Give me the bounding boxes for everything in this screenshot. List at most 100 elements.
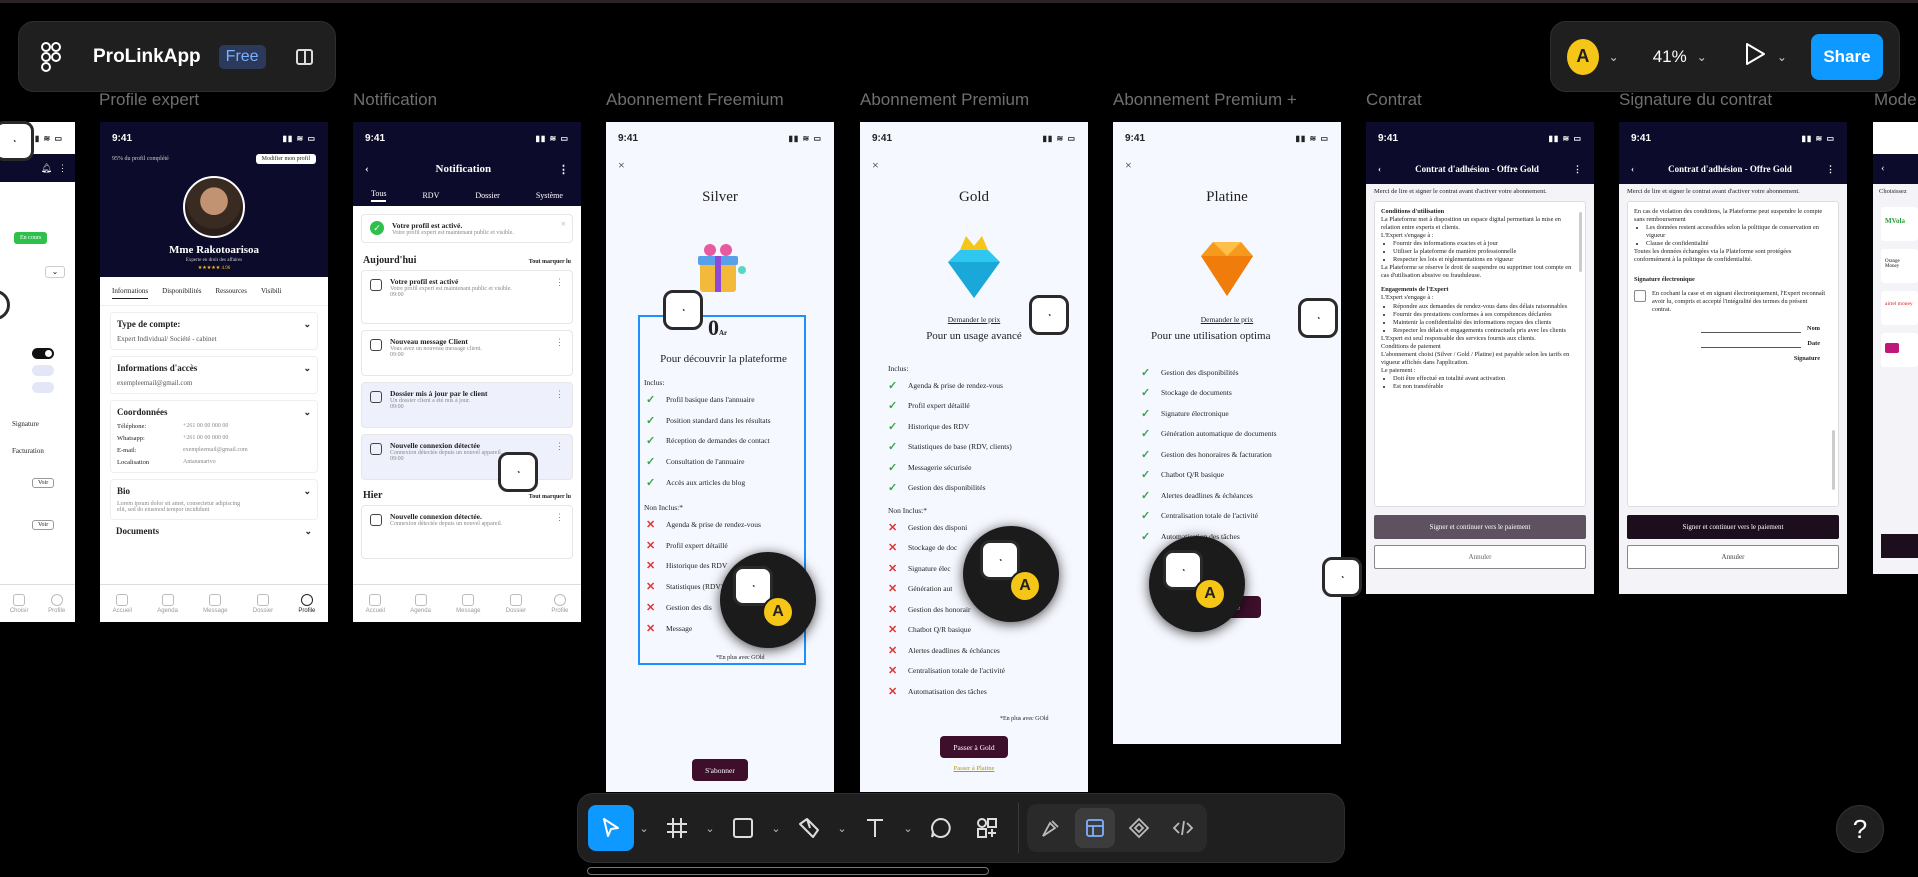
avatar[interactable] (183, 176, 245, 238)
nav-profile[interactable]: Profile (551, 593, 568, 614)
frame-label-mode[interactable]: Mode (1874, 90, 1917, 110)
field-signature[interactable]: Signature (1794, 355, 1820, 363)
tab-systeme[interactable]: Système (536, 191, 563, 200)
frame-contrat[interactable]: 9:41 ▮▮ ≋ ▭ ‹ Contrat d'adhésion - Offre G… (1366, 122, 1594, 594)
close-icon[interactable]: × (1113, 154, 1341, 177)
payment-option-orange-money[interactable]: Orange Money (1881, 249, 1918, 283)
frame-label-profile-expert[interactable]: Profile expert (99, 90, 199, 110)
design-mode-icon[interactable] (1075, 808, 1115, 848)
chevron-down-icon[interactable]: ⌄ (700, 822, 720, 835)
close-icon[interactable]: × (606, 154, 834, 177)
tab-informations[interactable]: Informations (112, 287, 149, 299)
subscribe-button[interactable]: S'abonner (692, 759, 748, 781)
upgrade-platine-link[interactable]: Passer à Platine (940, 765, 1008, 772)
payment-option-card[interactable] (1881, 333, 1918, 367)
dev-mode-icon[interactable] (1163, 808, 1203, 848)
more-icon[interactable]: ⋮ (1826, 164, 1835, 175)
contract-text-scroll[interactable]: En cas de violation des conditions, la P… (1627, 201, 1839, 507)
voir-button[interactable]: Voir (32, 478, 55, 488)
frame-signature-contrat[interactable]: 9:41 ▮▮ ≋ ▭ ‹ Contrat d'adhésion - Offre G… (1619, 122, 1847, 594)
plan-badge[interactable]: Free (218, 44, 266, 69)
back-arrow-icon[interactable]: ‹ (365, 163, 369, 175)
frame-label-signature[interactable]: Signature du contrat (1619, 90, 1772, 110)
nav-profile[interactable]: Profile (48, 593, 65, 614)
cancel-button[interactable]: Annuler (1374, 545, 1586, 569)
frame-premium-plus-platine[interactable]: 9:41 ▮▮ ≋ ▭ × Platine Demander le prix Po… (1113, 122, 1341, 744)
frame-tool-icon[interactable] (654, 805, 700, 851)
scrollbar-thumb[interactable] (1579, 212, 1582, 272)
nav-agenda[interactable]: Agenda (157, 593, 178, 614)
more-icon[interactable]: ⋮ (555, 512, 564, 523)
user-avatar[interactable]: A (1567, 38, 1599, 75)
nav-accueil[interactable]: Accueil (366, 593, 385, 614)
nav-accueil[interactable]: Accueil (113, 593, 132, 614)
notification-item[interactable]: Dossier mis à jour par le client Un dossi… (361, 382, 573, 428)
back-arrow-icon[interactable]: ‹ (1631, 164, 1634, 174)
chevron-down-icon[interactable]: ⌄ (1697, 50, 1707, 64)
frame-label-premium-plus[interactable]: Abonnement Premium + (1113, 90, 1297, 110)
notification-item[interactable]: Nouveau message Client Vous avez un nouve… (361, 330, 573, 376)
comment-tool-icon[interactable] (918, 805, 964, 851)
prototype-mode-icon[interactable] (1119, 808, 1159, 848)
coordonnees-card[interactable]: Coordonnées ⌄ Téléphone: +261 00 00 000 00… (110, 400, 318, 473)
tab-ressources[interactable]: Ressources (215, 287, 247, 299)
more-icon[interactable]: ⋮ (58, 163, 67, 174)
frame-profile-expert[interactable]: 9:41 ▮▮ ≋ ▭ 95% du profil complété Modifi… (100, 122, 328, 622)
dropdown-chevron-icon[interactable]: ⌄ (45, 266, 65, 278)
nav-profile[interactable]: Profile (298, 593, 315, 614)
accept-checkbox[interactable] (1634, 290, 1646, 303)
frame-label-premium[interactable]: Abonnement Premium (860, 90, 1029, 110)
back-arrow-icon[interactable]: ‹ (1378, 164, 1381, 174)
close-icon[interactable]: × (561, 219, 566, 229)
frame-partial-left[interactable]: ▮▮ ≋ ▭ 🔔︎ ⋮ En cours ⌄ Signature Facturat… (0, 122, 75, 622)
more-icon[interactable]: ⋮ (555, 441, 564, 452)
mark-read-link[interactable]: Tout marquer lu (529, 259, 571, 265)
tab-rdv[interactable]: RDV (422, 191, 439, 200)
frame-premium-gold[interactable]: 9:41 ▮▮ ≋ ▭ × Gold Demander le prix Pour … (860, 122, 1088, 792)
ask-price-link[interactable]: Demander le prix (1195, 315, 1259, 324)
more-icon[interactable]: ⋮ (555, 277, 564, 288)
zoom-level[interactable]: 41% (1653, 47, 1687, 67)
continue-button[interactable] (1881, 534, 1918, 558)
contract-text-scroll[interactable]: Conditions d'utilisation La Plateforme m… (1374, 201, 1586, 507)
chevron-down-icon[interactable]: ⌄ (832, 822, 852, 835)
pen-tool-icon[interactable] (786, 805, 832, 851)
figma-canvas[interactable]: ProLinkApp Free A ⌄ 41% ⌄ ⌄ Share Profil… (0, 0, 1918, 877)
more-icon[interactable]: ⋮ (558, 163, 569, 176)
notification-item[interactable]: Nouvelle connexion détectée Connexion dét… (361, 434, 573, 480)
voir-button[interactable]: Voir (32, 520, 55, 530)
documents-card[interactable]: Documents ⌄ (110, 526, 318, 537)
bio-card[interactable]: Bio ⌄ Lorem ipsum dolor sit amet, consect… (110, 479, 318, 520)
file-name[interactable]: ProLinkApp (93, 46, 201, 68)
tab-disponibilites[interactable]: Disponibilités (162, 287, 201, 299)
scrollbar-thumb[interactable] (1832, 430, 1835, 490)
help-button[interactable]: ? (1836, 805, 1884, 853)
toggle-switch-off[interactable] (32, 365, 54, 376)
tab-visibilite[interactable]: Visibili (261, 287, 282, 299)
bell-icon[interactable]: 🔔︎ (41, 163, 52, 174)
nav-agenda[interactable]: Agenda (410, 593, 431, 614)
tab-dossier[interactable]: Dossier (475, 191, 499, 200)
activation-banner[interactable]: ✓ Votre profil est activé. Votre profil e… (361, 214, 573, 243)
more-icon[interactable]: ⋮ (555, 337, 564, 348)
tab-tous[interactable]: Tous (371, 189, 387, 202)
upgrade-gold-button[interactable]: Passer à Gold (940, 736, 1008, 758)
move-tool-icon[interactable] (588, 805, 634, 851)
chevron-down-icon[interactable]: ⌄ (898, 822, 918, 835)
nav-message[interactable]: Message (203, 593, 228, 614)
ask-price-link[interactable]: Demander le prix (942, 315, 1006, 324)
payment-option-airtel[interactable]: airtel money (1881, 291, 1918, 325)
frame-notification[interactable]: 9:41 ▮▮ ≋ ▭ ‹ Notification ⋮ Tous RDV Dossi… (353, 122, 581, 622)
frame-label-contrat[interactable]: Contrat (1366, 90, 1422, 110)
present-play-icon[interactable] (1743, 41, 1767, 72)
chevron-down-icon[interactable]: ⌄ (766, 822, 786, 835)
toggle-switch-off[interactable] (32, 382, 54, 393)
nav-dossier[interactable]: Dossier (506, 593, 526, 614)
field-date[interactable]: Date (1807, 340, 1820, 348)
close-icon[interactable]: × (860, 154, 1088, 177)
frame-mode-partial[interactable]: ‹ Choisissez MVola Orange Money airtel m… (1873, 122, 1918, 574)
frame-label-notification[interactable]: Notification (353, 90, 437, 110)
more-icon[interactable]: ⋮ (1573, 164, 1582, 175)
field-nom[interactable]: Nom (1807, 325, 1820, 333)
chevron-down-icon[interactable]: ⌄ (1609, 50, 1619, 64)
